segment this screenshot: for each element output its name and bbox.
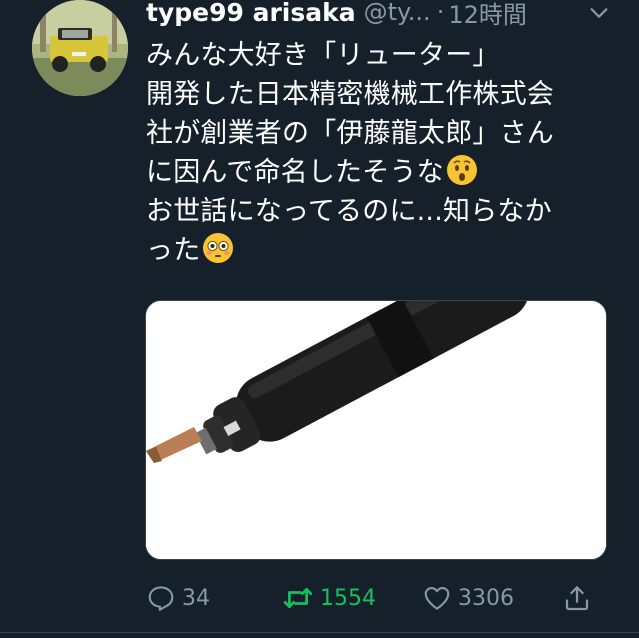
reply-button[interactable]: 34 xyxy=(146,578,210,618)
like-count: 3306 xyxy=(458,585,514,611)
hushed-face-emoji-icon xyxy=(446,155,477,185)
rotary-tool-photo xyxy=(146,301,606,559)
chevron-down-icon[interactable] xyxy=(588,2,610,24)
tweet-line: 社が創業者の「伊藤龍太郎」さん xyxy=(146,118,554,149)
tweet-line-text: った xyxy=(146,235,201,266)
retweet-icon xyxy=(283,588,313,608)
tweet-line-with-emoji: に因んで命名したそうな xyxy=(146,153,616,192)
tweet-actions: 34 1554 3306 xyxy=(146,578,616,618)
like-button[interactable]: 3306 xyxy=(422,578,514,618)
heart-icon xyxy=(424,586,450,610)
share-button[interactable] xyxy=(562,578,592,618)
avatar-jeep-image xyxy=(32,0,128,96)
tweet-line-with-emoji: った xyxy=(146,231,616,270)
retweet-count: 1554 xyxy=(320,585,376,611)
reply-icon xyxy=(148,586,174,611)
tweet-line: お世話になってるのに...知らなか xyxy=(146,196,552,227)
retweet-button[interactable]: 1554 xyxy=(282,578,376,618)
tweet-media-image[interactable] xyxy=(145,300,607,560)
user-handle[interactable]: @ty... xyxy=(364,0,431,26)
display-name[interactable]: type99 arisaka xyxy=(146,0,356,27)
separator-dot: · xyxy=(436,0,445,26)
share-icon xyxy=(565,586,589,611)
tweet-text: みんな大好き「リューター」 開発した日本精密機械工作株式会 社が創業者の「伊藤龍… xyxy=(146,36,616,270)
tweet-line: みんな大好き「リューター」 xyxy=(146,40,500,71)
tweet-divider xyxy=(0,632,639,633)
flushed-face-emoji-icon xyxy=(203,233,234,263)
timestamp[interactable]: 12時間 xyxy=(448,0,527,30)
avatar[interactable] xyxy=(32,0,128,96)
tweet-header: type99 arisaka @ty... · 12時間 xyxy=(146,0,616,30)
reply-count: 34 xyxy=(182,585,210,611)
tweet-line: 開発した日本精密機械工作株式会 xyxy=(146,79,554,110)
tweet-line-text: に因んで命名したそうな xyxy=(146,157,444,188)
